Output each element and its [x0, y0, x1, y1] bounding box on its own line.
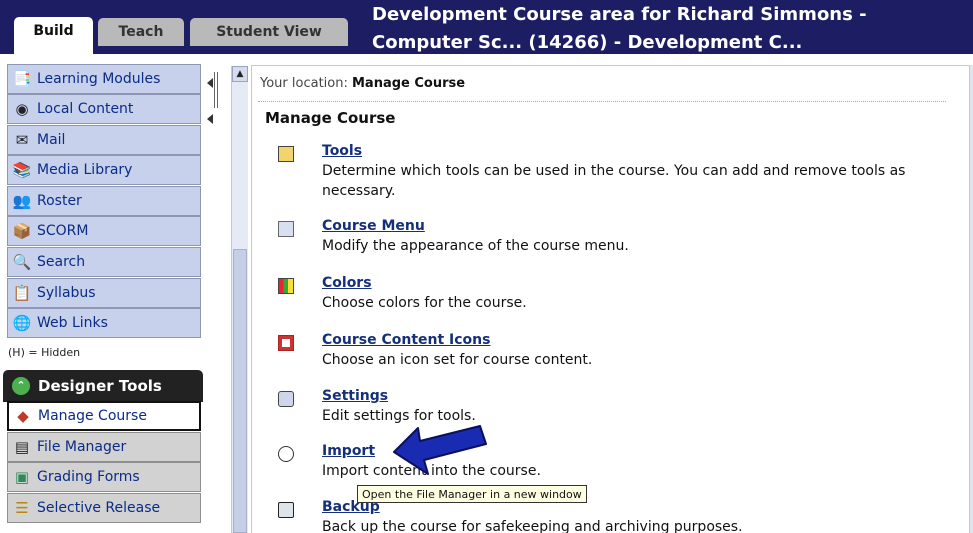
manage-course-icon: ◆ — [17, 407, 29, 425]
tab-student-view[interactable]: Student View — [190, 18, 348, 46]
course-menu-link[interactable]: Course Menu — [322, 218, 425, 234]
content-icons-icon — [278, 335, 294, 351]
sidebar-item-search[interactable]: 🔍 Search — [7, 247, 201, 277]
sidebar-item-label: Media Library — [37, 162, 133, 178]
settings-link[interactable]: Settings — [322, 388, 388, 404]
sidebar-item-label: Manage Course — [38, 408, 147, 424]
sidebar-item-label: Syllabus — [37, 285, 96, 301]
collapse-icon: ⌃ — [12, 377, 30, 395]
sidebar-item-label: Web Links — [37, 315, 108, 331]
backup-description: Back up the course for safekeeping and a… — [322, 519, 743, 533]
breadcrumb-current: Manage Course — [352, 76, 466, 91]
hidden-legend: (H) = Hidden — [8, 346, 81, 359]
sidebar-item-label: Roster — [37, 193, 82, 209]
list-item-settings: Settings Edit settings for tools. — [272, 388, 952, 428]
main-scrollbar[interactable] — [969, 65, 973, 533]
sidebar-item-label: Selective Release — [37, 500, 161, 516]
breadcrumb-prefix: Your location: — [260, 76, 348, 91]
import-link[interactable]: Import — [322, 443, 375, 459]
scorm-icon: 📦 — [12, 222, 32, 240]
list-item-colors: Colors Choose colors for the course. — [272, 275, 952, 315]
list-item-course-content-icons: Course Content Icons Choose an icon set … — [272, 332, 952, 372]
local-content-icon: ◉ — [15, 100, 29, 118]
sidebar-item-label: Local Content — [37, 101, 134, 117]
sidebar-item-file-manager[interactable]: ▤ File Manager — [7, 432, 201, 462]
sidebar-item-local-content[interactable]: ◉ Local Content — [7, 94, 201, 124]
top-bar: Build Teach Student View Development Cou… — [0, 0, 973, 54]
import-icon — [278, 446, 294, 462]
scroll-up-icon[interactable]: ▲ — [232, 66, 248, 82]
sidebar-item-mail[interactable]: ✉ Mail — [7, 125, 201, 155]
collapse-left-icon — [207, 114, 213, 124]
sidebar-item-label: Learning Modules — [37, 71, 161, 87]
designer-tools-header[interactable]: ⌃ Designer Tools — [3, 370, 203, 402]
list-item-tools: Tools Determine which tools can be used … — [272, 143, 952, 199]
backup-icon — [278, 502, 294, 518]
course-content-icons-description: Choose an icon set for course content. — [322, 352, 593, 368]
main-content: Your location: Manage Course Manage Cour… — [251, 65, 969, 533]
tab-teach[interactable]: Teach — [98, 18, 184, 46]
sidebar-item-roster[interactable]: 👥 Roster — [7, 186, 201, 216]
list-item-backup: Backup Back up the course for safekeepin… — [272, 499, 952, 533]
sidebar: 📑 Learning Modules ◉ Local Content ✉ Mai… — [0, 54, 232, 533]
sidebar-item-learning-modules[interactable]: 📑 Learning Modules — [7, 64, 201, 94]
sidebar-item-label: File Manager — [37, 439, 127, 455]
sidebar-item-label: Grading Forms — [37, 469, 140, 485]
colors-link[interactable]: Colors — [322, 275, 372, 291]
sidebar-item-label: SCORM — [37, 223, 89, 239]
media-library-icon: 📚 — [12, 161, 32, 179]
annotation-arrow-icon — [393, 425, 487, 475]
roster-icon: 👥 — [12, 192, 32, 210]
sidebar-item-grading-forms[interactable]: ▣ Grading Forms — [7, 462, 201, 492]
selective-release-icon: ☰ — [15, 499, 29, 517]
search-icon: 🔍 — [12, 253, 32, 271]
tools-link[interactable]: Tools — [322, 143, 362, 159]
collapse-left-icon — [207, 78, 213, 88]
scroll-thumb[interactable] — [233, 249, 247, 533]
colors-description: Choose colors for the course. — [322, 295, 527, 311]
sidebar-item-media-library[interactable]: 📚 Media Library — [7, 155, 201, 185]
sidebar-item-syllabus[interactable]: 📋 Syllabus — [7, 278, 201, 308]
sidebar-item-scorm[interactable]: 📦 SCORM — [7, 216, 201, 246]
sidebar-item-label: Mail — [37, 132, 66, 148]
learning-modules-icon: 📑 — [12, 70, 32, 88]
list-item-import: Import Import content into the course. — [272, 443, 952, 483]
divider — [214, 72, 215, 108]
course-title-line2: Computer Sc... (14266) - Development C..… — [372, 32, 803, 53]
list-item-course-menu: Course Menu Modify the appearance of the… — [272, 218, 952, 258]
colors-icon — [278, 278, 294, 294]
course-menu-icon — [278, 221, 294, 237]
designer-tools-label: Designer Tools — [38, 377, 162, 395]
divider — [258, 101, 946, 102]
tab-build[interactable]: Build — [14, 17, 93, 54]
tooltip: Open the File Manager in a new window — [357, 485, 587, 503]
syllabus-icon: 📋 — [12, 284, 32, 302]
page-title: Manage Course — [265, 109, 396, 127]
sidebar-item-label: Search — [37, 254, 86, 270]
sidebar-item-selective-release[interactable]: ☰ Selective Release — [7, 493, 201, 523]
course-menu-description: Modify the appearance of the course menu… — [322, 238, 629, 254]
divider — [217, 72, 218, 108]
grading-forms-icon: ▣ — [14, 468, 30, 486]
course-title: Development Course area for Richard Simm… — [372, 4, 867, 25]
settings-icon — [278, 391, 294, 407]
sidebar-scrollbar[interactable]: ▲ — [231, 66, 248, 533]
sidebar-collapse-handle[interactable] — [205, 70, 221, 130]
file-manager-icon: ▤ — [14, 438, 30, 456]
tools-description: Determine which tools can be used in the… — [322, 163, 906, 199]
breadcrumb: Your location: Manage Course — [260, 76, 465, 91]
course-content-icons-link[interactable]: Course Content Icons — [322, 332, 490, 348]
sidebar-item-web-links[interactable]: 🌐 Web Links — [7, 308, 201, 338]
mail-icon: ✉ — [15, 131, 29, 149]
web-links-icon: 🌐 — [12, 314, 32, 332]
tools-icon — [278, 146, 294, 162]
sidebar-item-manage-course[interactable]: ◆ Manage Course — [7, 401, 201, 431]
